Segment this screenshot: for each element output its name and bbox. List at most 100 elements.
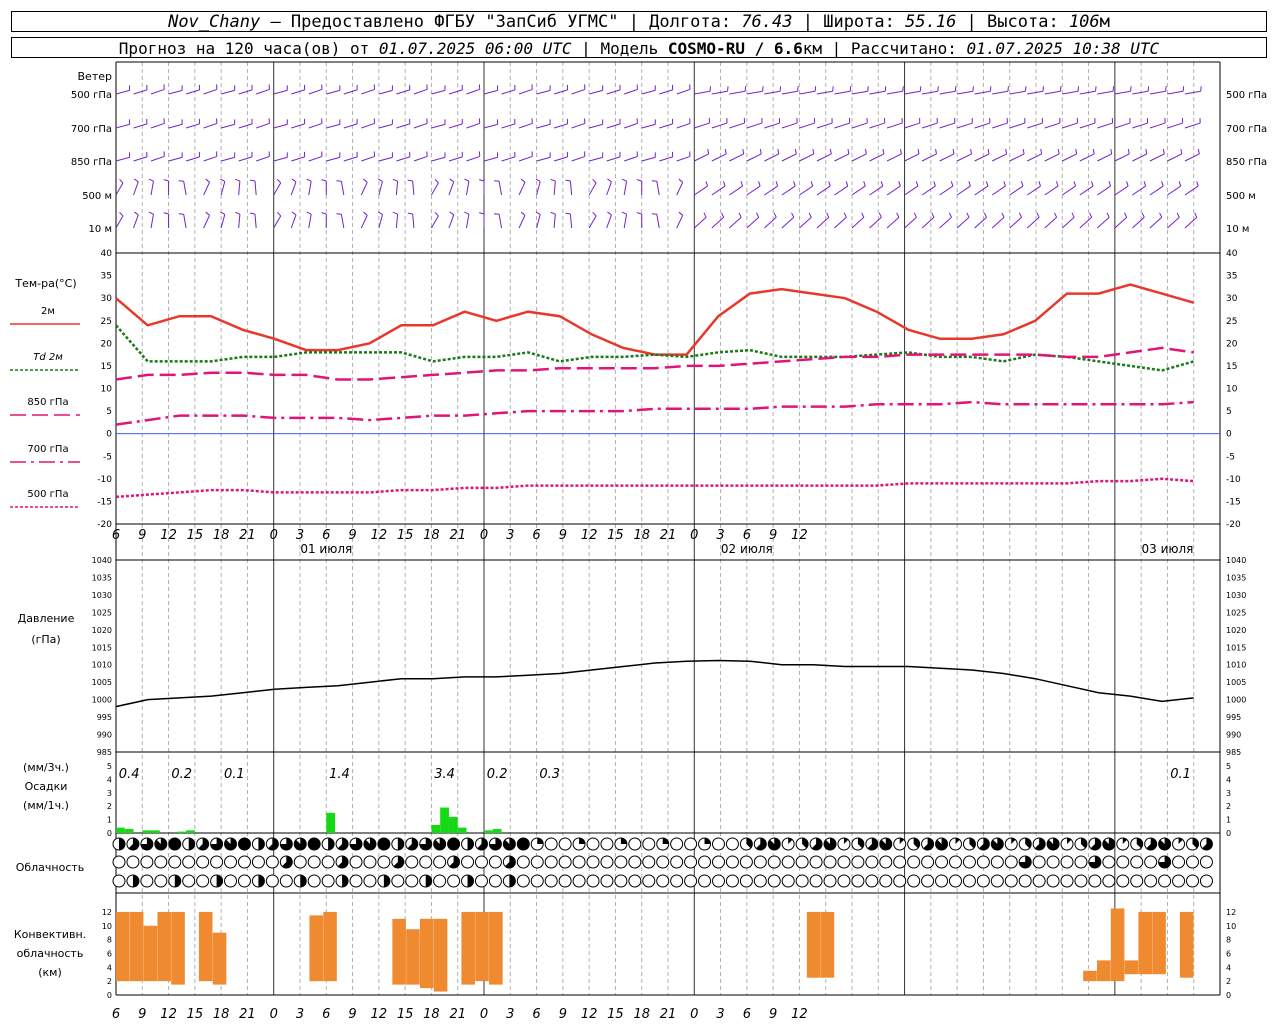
wind-barb-feather <box>163 212 169 215</box>
cloud-symbol <box>237 874 251 888</box>
cloud-fill <box>517 838 530 850</box>
wind-barb <box>904 90 921 95</box>
cloud-circle <box>516 855 530 869</box>
wind-barb-feather <box>535 211 541 215</box>
wind-barb <box>921 216 935 229</box>
wind-barb <box>711 90 728 95</box>
wind-barb <box>413 122 428 129</box>
wind-barb-feather <box>407 179 413 182</box>
wind-barb <box>676 182 684 196</box>
wind-level-label-right: 10 м <box>1226 224 1249 235</box>
pressure-ylabel: Давление <box>18 612 75 625</box>
cloud-symbol <box>210 855 224 869</box>
cloud-circle <box>279 874 293 888</box>
wind-barb <box>1027 153 1042 162</box>
cloud-symbol <box>391 874 405 888</box>
wind-barb-feather <box>621 211 627 215</box>
wind-barb-feather <box>520 211 526 216</box>
cloud-circle <box>600 855 614 869</box>
x-tick-label: 3 <box>296 528 304 543</box>
cloud-circle <box>558 874 572 888</box>
precip-ytick-right: 5 <box>1226 762 1231 771</box>
cloud-circle <box>391 874 405 888</box>
wind-barb <box>361 88 375 95</box>
wind-barb-feather <box>738 212 742 218</box>
temp-ytick-left: -5 <box>103 452 112 462</box>
wind-level-label-right: 500 м <box>1226 191 1256 202</box>
wind-barb-feather <box>407 212 413 215</box>
wind-barb <box>956 216 970 229</box>
wind-barb <box>659 156 673 162</box>
wind-level-label: 850 гПа <box>71 157 112 168</box>
x-tick-label: 0 <box>480 528 488 543</box>
cloud-circle <box>1185 874 1199 888</box>
cloud-circle <box>293 855 307 869</box>
cloud-circle <box>558 855 572 869</box>
cloud-circle <box>879 855 893 869</box>
x-tick-label: 3 <box>716 528 724 543</box>
precip-total-label: 3.4 <box>434 767 455 782</box>
wind-barb <box>1009 185 1024 196</box>
cloud-symbol <box>698 855 712 869</box>
cloud-circle <box>405 855 419 869</box>
cloud-circle <box>488 874 502 888</box>
cloud-symbol <box>837 874 851 888</box>
wind-barb <box>869 185 884 196</box>
precip-bar <box>484 830 493 833</box>
cloud-symbol <box>1074 837 1088 851</box>
wind-barb-feather <box>705 181 709 187</box>
cloud-symbol <box>1199 837 1213 851</box>
cloud-symbol <box>419 874 433 888</box>
cloud-symbol <box>572 855 586 869</box>
cloud-symbol <box>126 837 140 851</box>
wind-barb <box>361 155 375 162</box>
x-tick-label: 9 <box>348 528 356 543</box>
wind-barb <box>256 122 270 129</box>
wind-barb <box>448 214 455 229</box>
wind-barb-feather <box>1196 181 1199 187</box>
cloud-symbol <box>321 855 335 869</box>
wind-barb-feather <box>1176 212 1180 218</box>
cloud-circle <box>544 855 558 869</box>
wind-barb-feather <box>882 148 885 155</box>
cloud-symbol <box>921 837 935 851</box>
wind-barb <box>656 214 660 229</box>
wind-barb-feather <box>948 212 952 218</box>
cloud-circle <box>753 855 767 869</box>
wind-barb <box>799 216 812 229</box>
cloud-symbol <box>530 837 544 851</box>
wind-barb <box>498 181 503 196</box>
x-tick-label: 12 <box>371 528 388 543</box>
conv-ytick-left: 6 <box>107 949 112 958</box>
cloud-fill <box>342 875 349 887</box>
temp-ytick-right: 20 <box>1226 339 1238 349</box>
wind-barb <box>115 156 130 162</box>
cloud-circle <box>516 874 530 888</box>
x-tick-label-bottom: 15 <box>187 1007 204 1022</box>
cloud-circle <box>907 874 921 888</box>
wind-barb <box>343 89 358 95</box>
cloud-symbol <box>307 837 321 851</box>
wind-barb <box>939 90 956 95</box>
wind-barb-feather <box>550 178 556 182</box>
cloud-symbol <box>530 855 544 869</box>
x-tick-label: 9 <box>138 528 146 543</box>
wind-barb-feather <box>740 181 744 187</box>
conv-ytick-right: 6 <box>1226 949 1231 958</box>
cloud-symbol <box>948 837 962 851</box>
wind-barb-feather <box>550 211 556 215</box>
wind-barb <box>851 185 866 196</box>
cloud-symbol <box>948 874 962 888</box>
wind-barb-feather <box>1194 212 1198 218</box>
conv-bar <box>406 929 420 985</box>
pressure-ytick-right: 1030 <box>1226 591 1246 600</box>
cloud-symbol <box>1130 874 1144 888</box>
cloud-circle <box>1018 874 1032 888</box>
cloud-symbol <box>1060 855 1074 869</box>
conv-ytick-left: 8 <box>107 936 112 945</box>
cloud-symbol <box>391 837 405 851</box>
wind-barb <box>921 153 937 162</box>
cloud-symbol <box>502 855 516 869</box>
cloud-fill <box>216 875 223 887</box>
wind-barb <box>571 155 586 162</box>
